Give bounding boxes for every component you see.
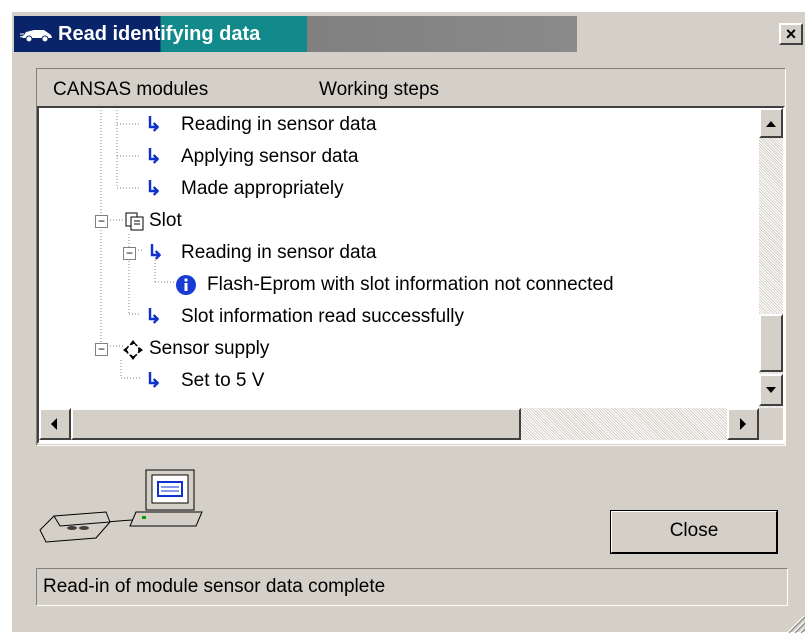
- title-bar[interactable]: Read identifying data ×: [14, 16, 803, 52]
- collapse-toggle[interactable]: −: [95, 343, 108, 356]
- arrow-down-icon: [766, 387, 776, 393]
- window-title: Read identifying data: [58, 23, 261, 45]
- dialog-window: Read identifying data × CANSAS modules W…: [10, 10, 805, 634]
- tree-row-label: Sensor supply: [149, 338, 270, 359]
- scroll-up-button[interactable]: [759, 108, 783, 138]
- tree-row[interactable]: ↳ Made appropriately: [41, 174, 761, 204]
- column-working-steps[interactable]: Working steps: [319, 79, 439, 101]
- close-window-button[interactable]: ×: [779, 23, 803, 45]
- vertical-scroll-thumb[interactable]: [759, 314, 783, 372]
- column-cansas-modules[interactable]: CANSAS modules: [53, 79, 208, 101]
- close-button[interactable]: Close: [610, 510, 778, 554]
- info-icon: [176, 275, 196, 295]
- sensor-supply-icon: [123, 340, 143, 360]
- tree-row[interactable]: ↳ Applying sensor data: [41, 142, 761, 172]
- tree-row-label: Applying sensor data: [181, 146, 359, 167]
- tree-row[interactable]: ↳ Reading in sensor data: [41, 110, 761, 140]
- horizontal-scroll-thumb[interactable]: [71, 408, 521, 440]
- arrow-step-icon: ↳: [145, 114, 162, 136]
- arrow-right-icon: [740, 418, 746, 430]
- tree-content[interactable]: ↳ Reading in sensor data ↳ Applying sens…: [41, 110, 761, 408]
- horizontal-scrollbar[interactable]: [39, 408, 759, 440]
- arrow-step-icon: ↳: [145, 146, 162, 168]
- arrow-up-icon: [766, 121, 776, 127]
- car-icon: [20, 30, 52, 43]
- collapse-toggle[interactable]: −: [123, 247, 136, 260]
- tree-view[interactable]: ↳ Reading in sensor data ↳ Applying sens…: [37, 106, 785, 444]
- resize-grip-icon[interactable]: [784, 612, 805, 634]
- status-bar: Read-in of module sensor data complete: [36, 568, 788, 606]
- arrow-left-icon: [51, 418, 57, 430]
- tree-row-label: Set to 5 V: [181, 370, 265, 391]
- column-header: CANSAS modules Working steps: [37, 72, 785, 106]
- tree-row[interactable]: − ↳ Reading in sensor data: [41, 238, 761, 268]
- scrollbar-corner: [759, 408, 783, 440]
- tree-row-label: Slot information read successfully: [181, 306, 465, 327]
- arrow-step-icon: ↳: [145, 178, 162, 200]
- device-pc-connection-icon: [39, 469, 203, 543]
- tree-row-label: Reading in sensor data: [181, 114, 377, 135]
- tree-row[interactable]: ↳ Slot information read successfully: [41, 302, 761, 332]
- tree-row-label: Flash-Eprom with slot information not co…: [207, 274, 614, 295]
- scroll-left-button[interactable]: [39, 408, 71, 440]
- tree-row-label: Slot: [149, 210, 182, 231]
- tree-row[interactable]: Flash-Eprom with slot information not co…: [41, 270, 761, 300]
- scroll-right-button[interactable]: [727, 408, 759, 440]
- scroll-down-button[interactable]: [759, 374, 783, 406]
- tree-row[interactable]: ↳ Set to 5 V: [41, 366, 761, 396]
- arrow-step-icon: ↳: [147, 242, 164, 264]
- collapse-toggle[interactable]: −: [95, 215, 108, 228]
- tree-row-slot[interactable]: − Slot: [41, 206, 761, 236]
- tree-row-label: Made appropriately: [181, 178, 344, 199]
- tree-row-sensor-supply[interactable]: − Sensor supply: [41, 334, 761, 364]
- arrow-step-icon: ↳: [145, 306, 162, 328]
- arrow-step-icon: ↳: [145, 370, 162, 392]
- vertical-scrollbar[interactable]: [759, 108, 783, 408]
- slot-icon: [125, 212, 144, 231]
- tree-row-label: Reading in sensor data: [181, 242, 377, 263]
